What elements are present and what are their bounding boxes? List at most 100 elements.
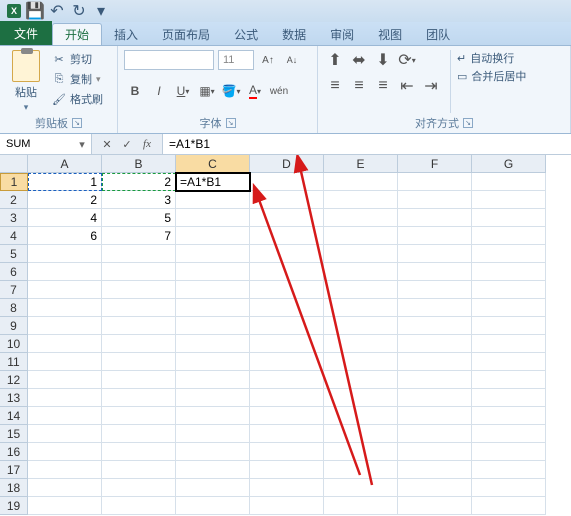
cell[interactable]: =A1*B1 xyxy=(176,173,250,191)
cell[interactable] xyxy=(176,425,250,443)
cell[interactable] xyxy=(250,389,324,407)
column-header[interactable]: A xyxy=(28,155,102,173)
cell[interactable] xyxy=(250,335,324,353)
cell[interactable] xyxy=(472,443,546,461)
increase-font-button[interactable]: A↑ xyxy=(258,50,278,70)
row-header[interactable]: 4 xyxy=(0,227,28,245)
file-tab[interactable]: 文件 xyxy=(0,21,52,45)
row-header[interactable]: 1 xyxy=(0,173,28,191)
align-right-button[interactable]: ≡ xyxy=(372,76,394,96)
name-box[interactable]: SUM ▾ xyxy=(0,134,92,154)
cell[interactable] xyxy=(398,407,472,425)
column-header[interactable]: C xyxy=(176,155,250,173)
cell[interactable] xyxy=(472,389,546,407)
cell[interactable] xyxy=(250,461,324,479)
clipboard-launcher[interactable]: ↘ xyxy=(72,118,82,128)
row-header[interactable]: 19 xyxy=(0,497,28,515)
row-header[interactable]: 18 xyxy=(0,479,28,497)
cell[interactable] xyxy=(250,317,324,335)
cell[interactable] xyxy=(102,461,176,479)
name-box-dropdown-icon[interactable]: ▾ xyxy=(75,137,89,151)
cell[interactable] xyxy=(28,299,102,317)
cell[interactable] xyxy=(398,263,472,281)
cell[interactable] xyxy=(324,443,398,461)
row-header[interactable]: 10 xyxy=(0,335,28,353)
cell[interactable] xyxy=(398,479,472,497)
cell[interactable] xyxy=(102,317,176,335)
copy-button[interactable]: ⎘复制 ▾ xyxy=(50,70,105,88)
align-bottom-button[interactable]: ⬇ xyxy=(372,50,394,70)
cell[interactable] xyxy=(324,389,398,407)
cell[interactable] xyxy=(324,425,398,443)
cell[interactable] xyxy=(102,479,176,497)
merge-center-button[interactable]: ▭合并后居中 xyxy=(457,68,526,84)
cell[interactable] xyxy=(28,407,102,425)
cell[interactable] xyxy=(28,263,102,281)
cell[interactable] xyxy=(102,299,176,317)
cell[interactable] xyxy=(176,209,250,227)
cell[interactable] xyxy=(102,281,176,299)
cell[interactable] xyxy=(398,245,472,263)
cell[interactable] xyxy=(398,209,472,227)
cell[interactable] xyxy=(250,191,324,209)
cell[interactable] xyxy=(102,263,176,281)
cell[interactable] xyxy=(472,335,546,353)
cell[interactable] xyxy=(250,245,324,263)
row-header[interactable]: 3 xyxy=(0,209,28,227)
cell[interactable] xyxy=(102,371,176,389)
cell[interactable] xyxy=(250,209,324,227)
decrease-indent-button[interactable]: ⇤ xyxy=(396,76,418,96)
cell[interactable] xyxy=(398,191,472,209)
data-tab[interactable]: 数据 xyxy=(270,23,318,45)
cell[interactable] xyxy=(176,389,250,407)
font-launcher[interactable]: ↘ xyxy=(226,118,236,128)
cell[interactable] xyxy=(176,407,250,425)
row-header[interactable]: 5 xyxy=(0,245,28,263)
column-header[interactable]: F xyxy=(398,155,472,173)
row-header[interactable]: 8 xyxy=(0,299,28,317)
cell[interactable] xyxy=(250,371,324,389)
cell[interactable] xyxy=(176,443,250,461)
paste-button[interactable]: 粘贴 ▾ xyxy=(6,50,46,113)
cell[interactable] xyxy=(472,479,546,497)
cell[interactable] xyxy=(102,389,176,407)
cell[interactable] xyxy=(472,317,546,335)
cell[interactable] xyxy=(176,281,250,299)
cell[interactable] xyxy=(472,407,546,425)
row-header[interactable]: 13 xyxy=(0,389,28,407)
row-header[interactable]: 2 xyxy=(0,191,28,209)
cell[interactable] xyxy=(176,497,250,515)
row-header[interactable]: 17 xyxy=(0,461,28,479)
cell[interactable] xyxy=(102,497,176,515)
column-header[interactable]: D xyxy=(250,155,324,173)
align-center-button[interactable]: ≡ xyxy=(348,76,370,96)
cell[interactable] xyxy=(250,425,324,443)
cell[interactable] xyxy=(176,191,250,209)
cut-button[interactable]: ✂剪切 xyxy=(50,50,105,68)
row-header[interactable]: 14 xyxy=(0,407,28,425)
cell[interactable] xyxy=(250,281,324,299)
cancel-formula-button[interactable]: ✕ xyxy=(100,137,114,151)
cell[interactable] xyxy=(472,497,546,515)
cell[interactable] xyxy=(176,353,250,371)
cell[interactable] xyxy=(324,479,398,497)
undo-button[interactable]: ↶ xyxy=(48,3,66,19)
increase-indent-button[interactable]: ⇥ xyxy=(420,76,442,96)
cell[interactable] xyxy=(28,497,102,515)
cell[interactable] xyxy=(472,245,546,263)
pagelayout-tab[interactable]: 页面布局 xyxy=(150,23,222,45)
cell[interactable] xyxy=(398,497,472,515)
formula-input[interactable]: =A1*B1 xyxy=(163,134,571,154)
cell[interactable] xyxy=(176,227,250,245)
cell[interactable] xyxy=(398,173,472,191)
border-button[interactable]: ▦▾ xyxy=(196,80,218,102)
underline-button[interactable]: U▾ xyxy=(172,80,194,102)
enter-formula-button[interactable]: ✓ xyxy=(120,137,134,151)
cell[interactable] xyxy=(250,497,324,515)
decrease-font-button[interactable]: A↓ xyxy=(282,50,302,70)
format-painter-button[interactable]: 🖌格式刷 xyxy=(50,90,105,108)
cell[interactable] xyxy=(176,461,250,479)
cell[interactable]: 5 xyxy=(102,209,176,227)
cell[interactable] xyxy=(472,227,546,245)
cell[interactable] xyxy=(28,281,102,299)
